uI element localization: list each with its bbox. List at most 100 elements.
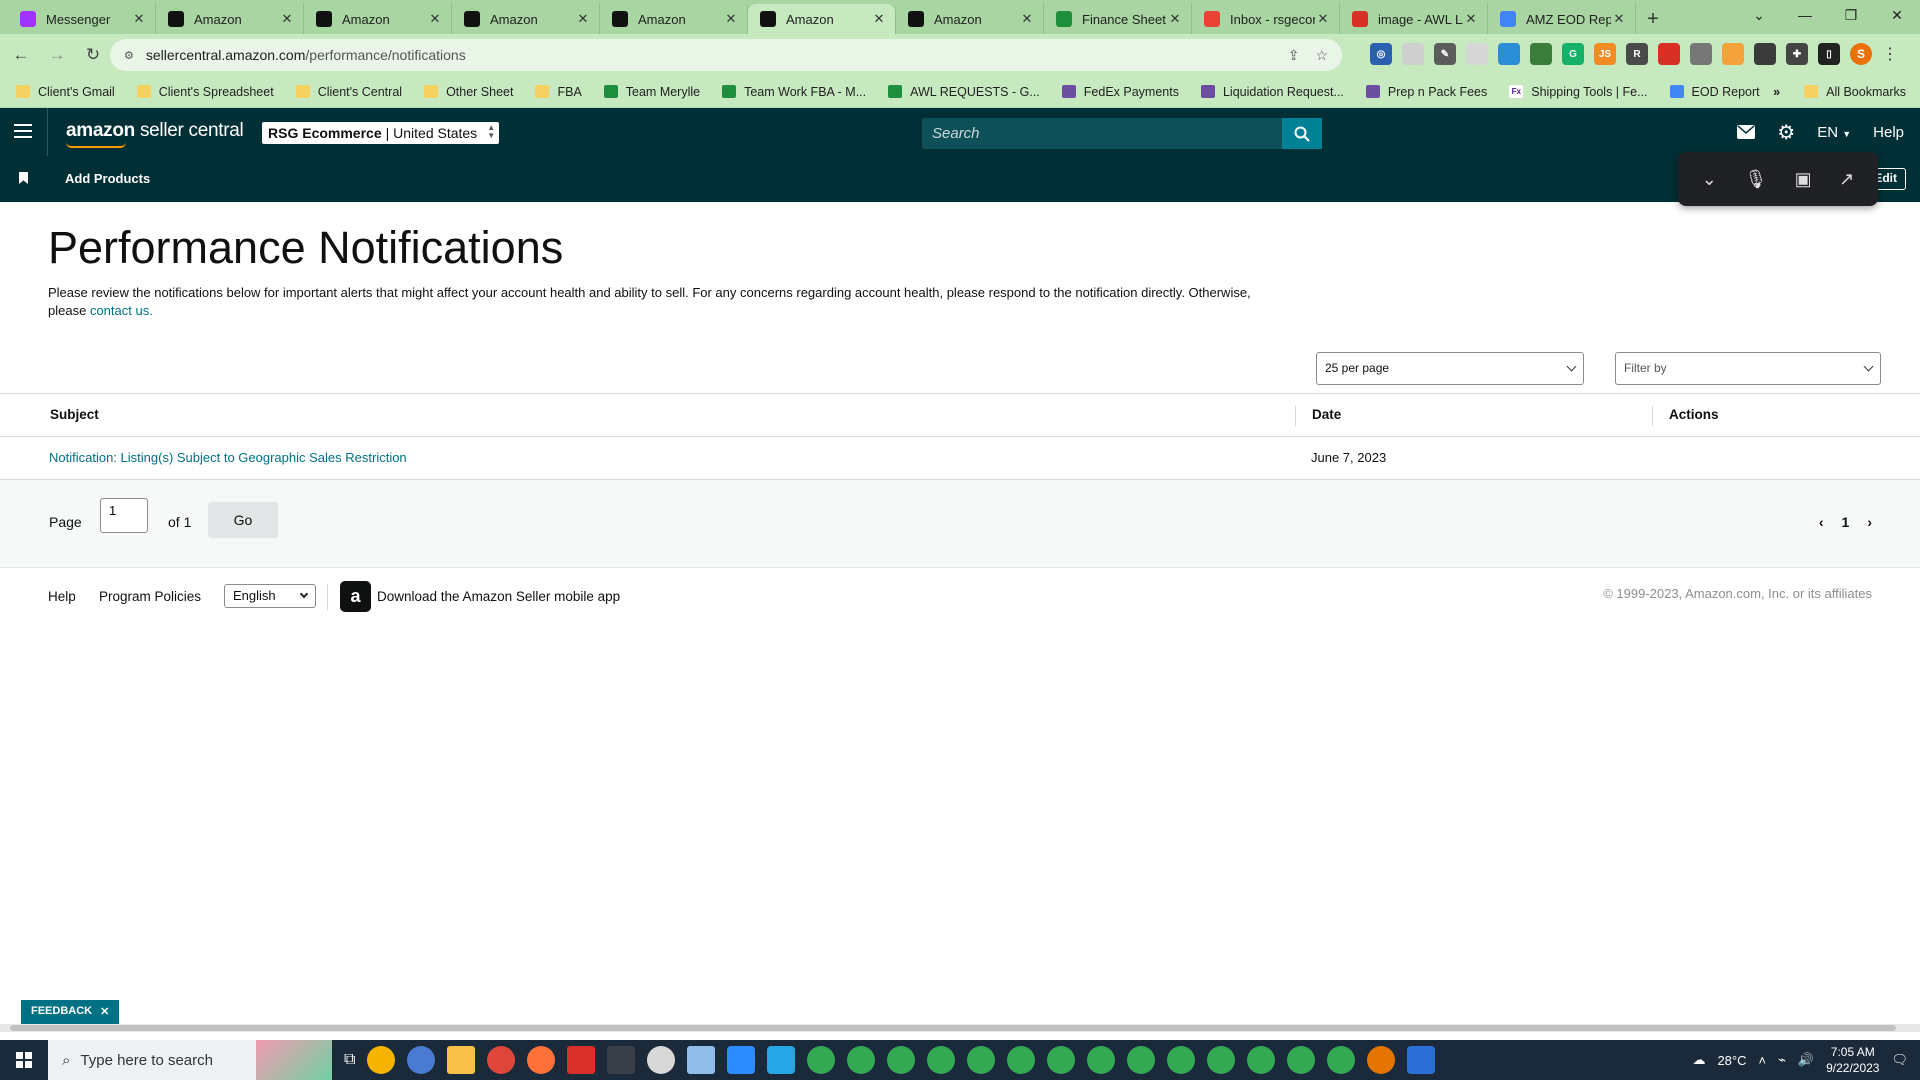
bookmark-item[interactable]: Prep n Pack Fees <box>1365 85 1487 99</box>
extensions-puzzle-icon[interactable]: ✚ <box>1786 43 1808 65</box>
download-app-link[interactable]: Download the Amazon Seller mobile app <box>377 589 620 604</box>
extension-icon[interactable] <box>1658 43 1680 65</box>
profile-avatar[interactable]: S <box>1850 43 1872 65</box>
column-subject[interactable]: Subject <box>50 407 99 422</box>
volume-icon[interactable]: 🔊 <box>1798 1052 1814 1068</box>
bookmark-icon[interactable] <box>19 172 28 184</box>
bookmark-star-icon[interactable]: ☆ <box>1315 47 1328 64</box>
all-bookmarks-folder[interactable]: All Bookmarks <box>1804 85 1906 99</box>
close-tab-icon[interactable]: ✕ <box>723 11 739 27</box>
windows-start-icon[interactable] <box>0 1040 48 1080</box>
share-icon[interactable]: ⇪ <box>1288 47 1300 64</box>
browser-tab[interactable]: Amazon ✕ <box>748 4 896 34</box>
bookmark-item[interactable]: Client's Gmail <box>16 85 115 99</box>
bookmark-item[interactable]: FedEx Payments <box>1061 85 1179 99</box>
minimize-button[interactable]: — <box>1782 0 1828 30</box>
site-info-icon[interactable]: ⚙ <box>124 49 134 62</box>
mail-app-icon[interactable] <box>407 1046 436 1074</box>
close-tab-icon[interactable]: ✕ <box>1019 11 1035 27</box>
taskbar-search-input[interactable]: ⌕ Type here to search <box>48 1040 332 1080</box>
app-icon[interactable] <box>687 1046 716 1074</box>
browser-tab[interactable]: Inbox - rsgecon ✕ <box>1192 4 1340 34</box>
extension-icon[interactable] <box>1530 43 1552 65</box>
chrome-profile-icon[interactable] <box>1087 1046 1116 1074</box>
browser-menu-icon[interactable]: ⋮ <box>1882 44 1898 64</box>
chrome-profile-icon[interactable] <box>1047 1046 1076 1074</box>
browser-tab[interactable]: image - AWL LA ✕ <box>1340 4 1488 34</box>
help-link[interactable]: Help <box>1873 124 1904 141</box>
calculator-icon[interactable] <box>607 1046 636 1074</box>
extension-icon[interactable] <box>1498 43 1520 65</box>
network-icon[interactable]: ⌁ <box>1778 1052 1786 1068</box>
chevron-right-icon[interactable]: › <box>1867 514 1872 530</box>
close-tab-icon[interactable]: ✕ <box>427 11 443 27</box>
extension-icon[interactable] <box>1690 43 1712 65</box>
close-tab-icon[interactable]: ✕ <box>279 11 295 27</box>
app-icon[interactable] <box>487 1046 516 1074</box>
close-tab-icon[interactable]: ✕ <box>1315 11 1331 27</box>
close-tab-icon[interactable]: ✕ <box>1463 11 1479 27</box>
program-policies-link[interactable]: Program Policies <box>99 589 201 604</box>
mail-icon[interactable] <box>1737 125 1756 139</box>
clock[interactable]: 7:05 AM 9/22/2023 <box>1826 1044 1879 1076</box>
firefox-icon[interactable] <box>527 1046 556 1074</box>
close-tab-icon[interactable]: ✕ <box>131 11 147 27</box>
chrome-profile-icon[interactable] <box>1167 1046 1196 1074</box>
seller-central-logo[interactable]: amazon seller central <box>66 120 244 148</box>
back-button[interactable]: ← <box>6 40 36 70</box>
bookmark-item[interactable]: Other Sheet <box>424 85 513 99</box>
seller-app-icon[interactable]: a <box>340 581 371 612</box>
bookmark-item[interactable]: FBA <box>535 85 582 99</box>
bookmark-item[interactable]: Fx Shipping Tools | Fe... <box>1509 85 1648 99</box>
wps-icon[interactable] <box>567 1046 596 1074</box>
browser-tab[interactable]: Amazon ✕ <box>896 4 1044 34</box>
browser-tab[interactable]: AMZ EOD Repo ✕ <box>1488 4 1636 34</box>
task-view-icon[interactable]: ⧉ <box>344 1051 355 1069</box>
chrome-profile-icon[interactable] <box>967 1046 996 1074</box>
search-input[interactable]: Search <box>922 118 1322 149</box>
search-button[interactable] <box>1282 118 1322 149</box>
settings-gear-icon[interactable]: ⚙ <box>1777 120 1795 145</box>
contact-us-link[interactable]: contact us. <box>90 303 153 318</box>
close-tab-icon[interactable]: ✕ <box>1167 11 1183 27</box>
language-selector[interactable]: EN ▼ <box>1817 124 1851 141</box>
hamburger-menu-icon[interactable] <box>14 122 32 140</box>
new-tab-button[interactable]: + <box>1636 4 1670 34</box>
footer-help-link[interactable]: Help <box>48 589 76 604</box>
browser-tab[interactable]: Amazon ✕ <box>304 4 452 34</box>
app-icon[interactable] <box>647 1046 676 1074</box>
account-switcher[interactable]: RSG Ecommerce | United States ▲ ▼ <box>262 122 500 144</box>
address-bar[interactable]: ⚙ sellercentral.amazon.com/performance/n… <box>110 39 1342 71</box>
tray-overflow-icon[interactable]: ˄ <box>1758 1053 1766 1068</box>
close-tab-icon[interactable]: ✕ <box>871 11 887 27</box>
chrome-profile-icon[interactable] <box>887 1046 916 1074</box>
extension-icon[interactable] <box>1722 43 1744 65</box>
chrome-profile-icon[interactable] <box>847 1046 876 1074</box>
browser-tab[interactable]: Finance Sheet - ✕ <box>1044 4 1192 34</box>
horizontal-scrollbar[interactable] <box>0 1024 1920 1032</box>
chrome-profile-icon[interactable] <box>1127 1046 1156 1074</box>
zoom-icon[interactable] <box>727 1046 756 1074</box>
column-date[interactable]: Date <box>1312 407 1341 422</box>
chrome-profile-icon[interactable] <box>1367 1046 1396 1074</box>
weather-icon[interactable]: ☁ <box>1692 1052 1705 1068</box>
page-number-input[interactable] <box>100 498 148 533</box>
close-window-button[interactable]: ✕ <box>1874 0 1920 30</box>
browser-tab[interactable]: Amazon ✕ <box>452 4 600 34</box>
go-button[interactable]: Go <box>208 502 278 538</box>
chrome-profile-icon[interactable] <box>1247 1046 1276 1074</box>
pop-out-icon[interactable]: ↗ <box>1839 169 1854 190</box>
extension-icon[interactable] <box>1754 43 1776 65</box>
forward-button[interactable]: → <box>42 40 72 70</box>
tab-search-icon[interactable]: ⌄ <box>1736 0 1782 30</box>
bookmark-item[interactable]: Liquidation Request... <box>1200 85 1344 99</box>
extension-icon[interactable] <box>1466 43 1488 65</box>
reload-button[interactable]: ↻ <box>78 40 108 70</box>
current-page-number[interactable]: 1 <box>1842 514 1850 530</box>
notifications-icon[interactable]: 🗨 <box>1891 1052 1908 1068</box>
browser-tab[interactable]: Amazon ✕ <box>156 4 304 34</box>
side-panel-icon[interactable]: ▯ <box>1818 43 1840 65</box>
bookmark-item[interactable]: Client's Central <box>295 85 402 99</box>
close-tab-icon[interactable]: ✕ <box>575 11 591 27</box>
extension-icon[interactable]: G <box>1562 43 1584 65</box>
